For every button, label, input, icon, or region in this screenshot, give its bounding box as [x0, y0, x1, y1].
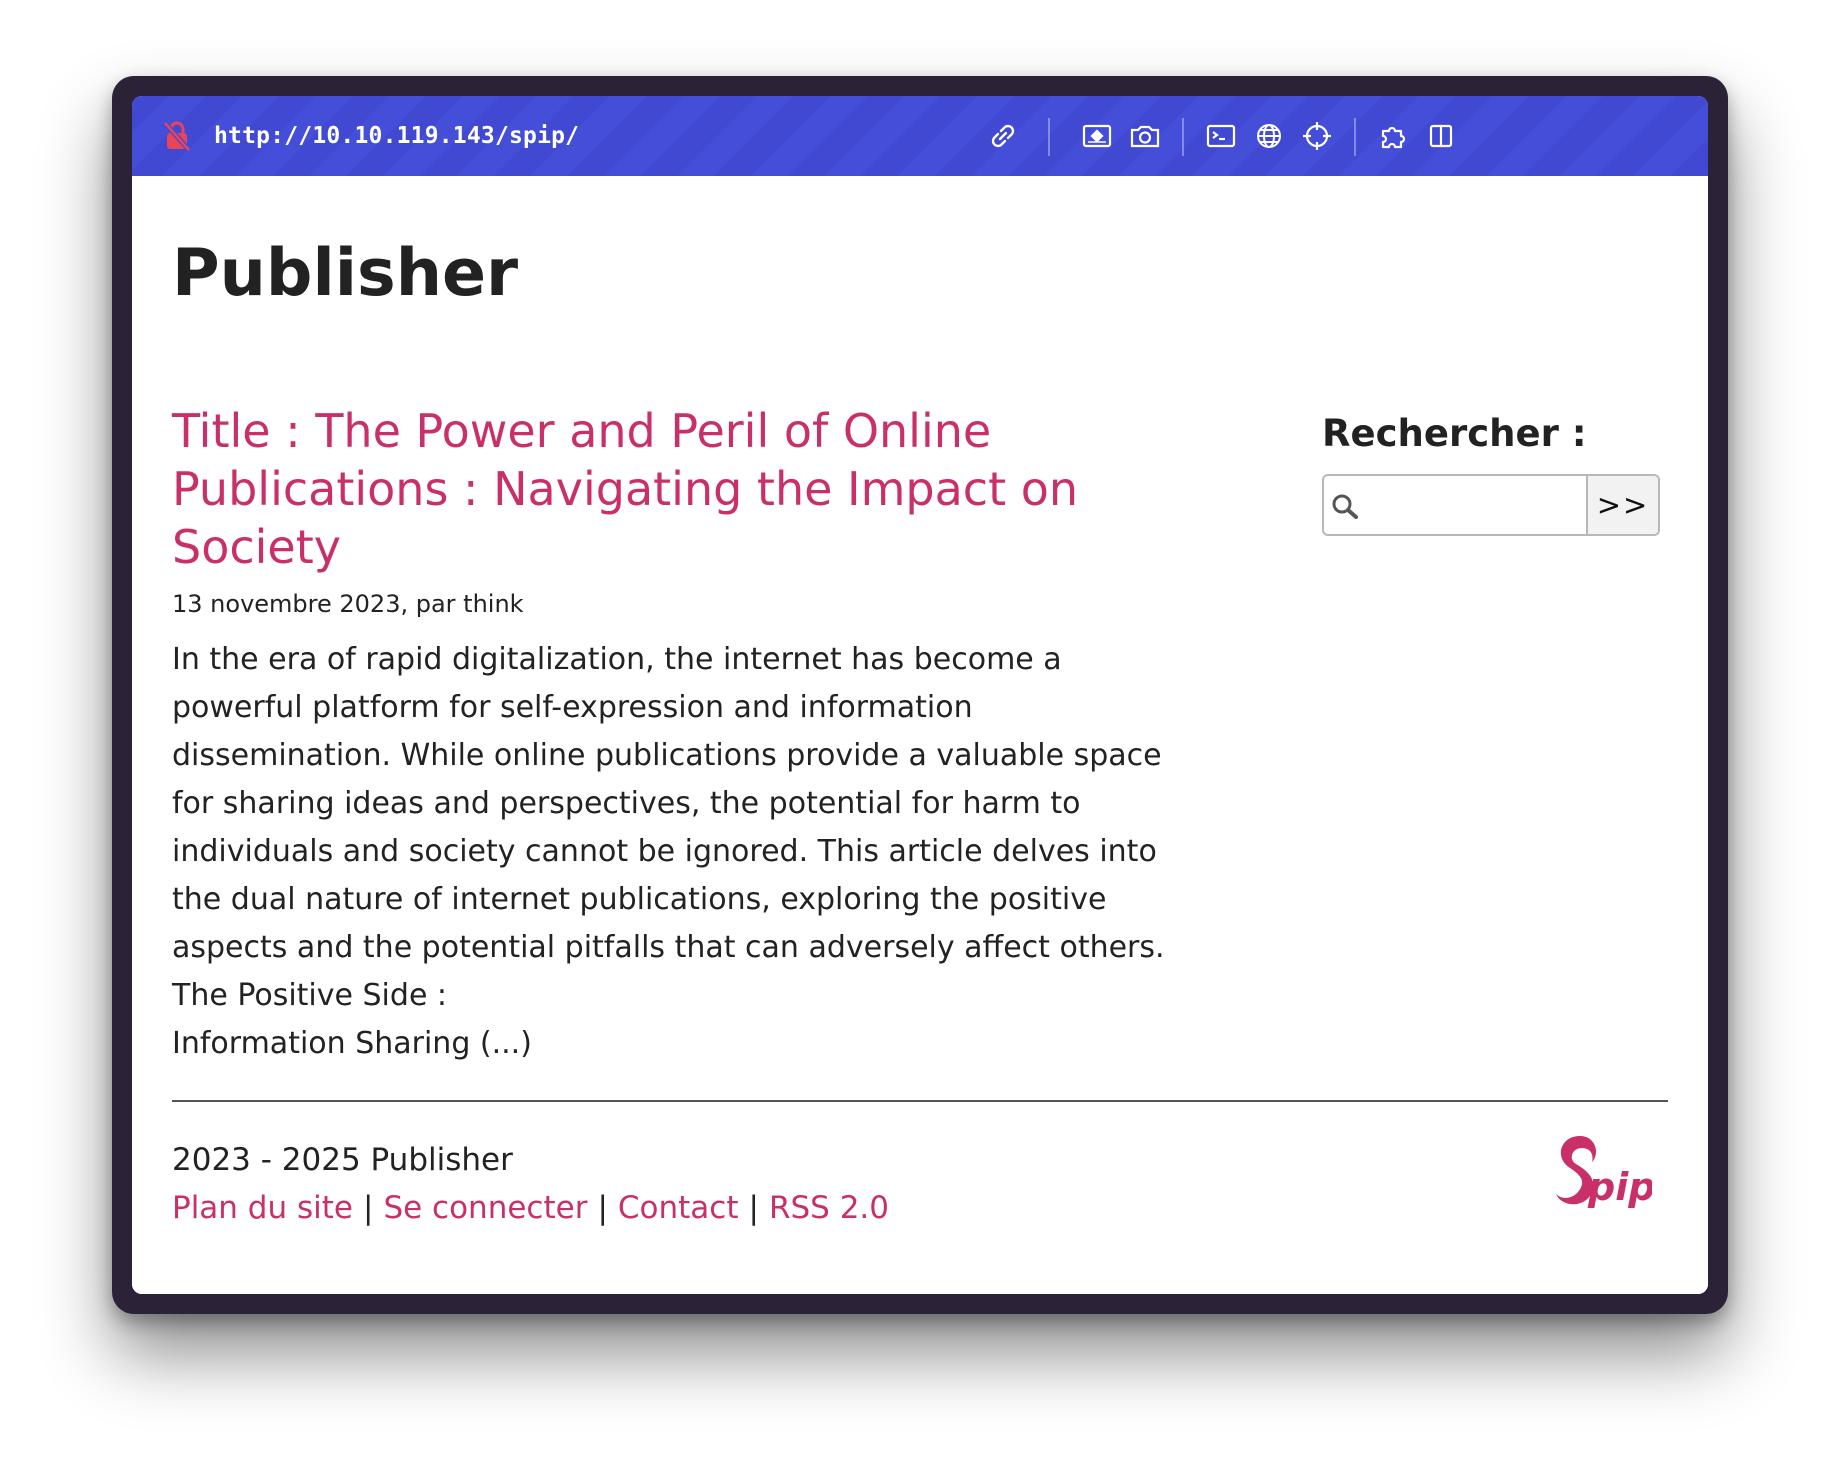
camera-icon[interactable]: [1126, 117, 1164, 155]
toolbar-divider: [1182, 118, 1184, 156]
intro-line: dissemination. While online publications…: [172, 738, 1162, 773]
spip-logo-text: pip: [1587, 1165, 1652, 1209]
footer-link-se-connecter[interactable]: Se connecter: [383, 1190, 587, 1226]
article-meta: 13 novembre 2023, par think: [172, 590, 524, 618]
search-label: Rechercher :: [1322, 412, 1587, 455]
sidebar-icon[interactable]: [1422, 117, 1460, 155]
intro-line: powerful platform for self-expression an…: [172, 690, 973, 725]
search-submit-button[interactable]: >>: [1586, 476, 1658, 534]
link-icon[interactable]: [984, 117, 1022, 155]
footer-separator: |: [748, 1190, 759, 1226]
intro-line: aspects and the potential pitfalls that …: [172, 930, 1165, 965]
intro-line: The Positive Side :: [172, 978, 448, 1013]
intro-line: the dual nature of internet publications…: [172, 882, 1107, 917]
intro-line: individuals and society cannot be ignore…: [172, 834, 1157, 869]
site-title[interactable]: Publisher: [172, 236, 518, 312]
toolbar-divider: [1354, 118, 1356, 156]
article-intro: In the era of rapid digitalization, the …: [172, 636, 1212, 1068]
globe-icon[interactable]: [1250, 117, 1288, 155]
intro-line: for sharing ideas and perspectives, the …: [172, 786, 1081, 821]
article-title-link[interactable]: Title : The Power and Peril of Online Pu…: [172, 402, 1132, 576]
footer-copyright: 2023 - 2025 Publisher: [172, 1142, 513, 1178]
footer-link-plan-du-site[interactable]: Plan du site: [172, 1190, 353, 1226]
screenshot-area-icon[interactable]: [1078, 117, 1116, 155]
crosshair-icon[interactable]: [1298, 117, 1336, 155]
footer-divider: [172, 1100, 1668, 1102]
footer-link-contact[interactable]: Contact: [618, 1190, 739, 1226]
footer-link-rss[interactable]: RSS 2.0: [769, 1190, 889, 1226]
footer-separator: |: [362, 1190, 374, 1226]
intro-line: In the era of rapid digitalization, the …: [172, 642, 1062, 677]
extension-icon[interactable]: [1374, 117, 1412, 155]
search-form: >>: [1322, 474, 1660, 536]
terminal-icon[interactable]: [1202, 117, 1240, 155]
toolbar-divider: [1048, 118, 1050, 156]
search-input[interactable]: [1324, 476, 1586, 534]
spip-logo[interactable]: pip: [1542, 1128, 1655, 1218]
page-content: Publisher Title : The Power and Peril of…: [132, 176, 1708, 1294]
address-bar-url[interactable]: http://10.10.119.143/spip/: [214, 120, 579, 152]
browser-toolbar: http://10.10.119.143/spip/: [132, 96, 1708, 176]
browser-viewport: http://10.10.119.143/spip/ Publisher Tit…: [132, 96, 1708, 1294]
lock-slash-icon[interactable]: [162, 120, 192, 152]
browser-window: http://10.10.119.143/spip/ Publisher Tit…: [112, 76, 1728, 1314]
footer-links: Plan du site | Se connecter | Contact | RSS 2.…: [172, 1184, 889, 1232]
footer-separator: |: [597, 1190, 608, 1226]
intro-line: Information Sharing (...): [172, 1026, 532, 1061]
